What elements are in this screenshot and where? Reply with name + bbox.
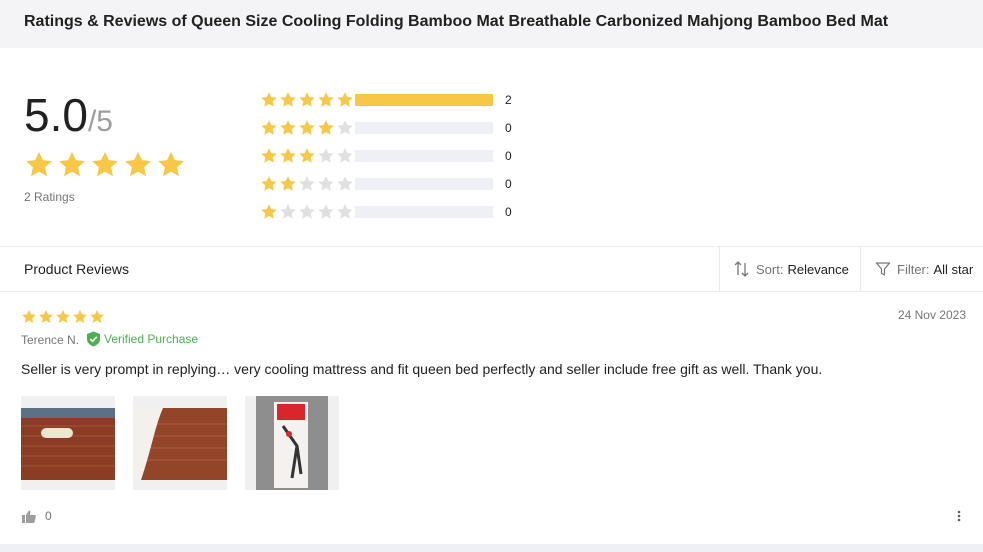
page-header: Ratings & Reviews of Queen Size Cooling …: [0, 0, 983, 48]
distribution-bar-fill: [355, 94, 493, 106]
star-filled-icon: [39, 310, 53, 323]
star-empty-icon: [299, 176, 315, 191]
distribution-row-4-star: 0: [260, 114, 512, 142]
star-filled-icon: [73, 310, 87, 323]
star-empty-icon: [337, 148, 353, 163]
distribution-count: 0: [505, 121, 512, 135]
star-empty-icon: [318, 176, 334, 191]
reviews-toolbar: Product Reviews Sort: Relevance Filter: …: [0, 246, 983, 292]
sort-icon: [734, 261, 749, 277]
likes-count: 0: [45, 509, 52, 523]
sort-dropdown[interactable]: Sort: Relevance: [719, 247, 860, 291]
distribution-stars: [260, 175, 355, 193]
review-author: Terence N.: [21, 333, 80, 347]
star-filled-icon: [299, 120, 315, 135]
sort-value: Relevance: [787, 261, 849, 277]
star-filled-icon: [318, 120, 334, 135]
rating-max: /5: [87, 105, 113, 138]
average-stars: [24, 150, 186, 180]
star-empty-icon: [337, 120, 353, 135]
product-reviews-heading: Product Reviews: [24, 261, 130, 277]
star-empty-icon: [280, 204, 296, 219]
page-title: Ratings & Reviews of Queen Size Cooling …: [24, 13, 889, 30]
more-vertical-icon: [957, 510, 961, 522]
star-empty-icon: [318, 204, 334, 219]
distribution-row-2-star: 0: [260, 170, 512, 198]
more-options-button[interactable]: [957, 509, 961, 528]
star-filled-icon: [261, 176, 277, 191]
star-filled-icon: [261, 148, 277, 163]
star-filled-icon: [280, 176, 296, 191]
distribution-stars: [260, 147, 355, 165]
distribution-bar: [355, 206, 493, 218]
star-filled-icon: [280, 148, 296, 163]
distribution-stars: [260, 203, 355, 221]
distribution-count: 0: [505, 205, 512, 219]
distribution-row-1-star: 0: [260, 198, 512, 226]
filter-label: Filter:: [897, 261, 930, 277]
review-photos: [21, 396, 339, 490]
distribution-count: 0: [505, 177, 512, 191]
star-filled-icon: [299, 148, 315, 163]
section-divider: [0, 544, 983, 552]
star-filled-icon: [22, 310, 36, 323]
distribution-row-5-star: 2: [260, 86, 512, 114]
review-card: 24 Nov 2023 Terence N. Verified Purchase…: [0, 292, 983, 544]
filter-dropdown[interactable]: Filter: All star: [860, 247, 983, 291]
star-filled-icon: [90, 310, 104, 323]
star-filled-icon: [125, 151, 151, 177]
star-empty-icon: [299, 204, 315, 219]
distribution-stars: [260, 119, 355, 137]
distribution-count: 2: [505, 93, 512, 107]
rating-distribution: 2 0 0 0 0: [260, 86, 512, 226]
average-score: 5.0/5: [24, 88, 113, 142]
thumbs-up-icon: [22, 510, 36, 523]
average-rating: 5.0: [24, 89, 88, 141]
distribution-bar: [355, 178, 493, 190]
star-empty-icon: [318, 148, 334, 163]
rating-summary: 5.0/5 2 Ratings 2 0 0 0 0: [0, 48, 983, 246]
bamboo-mat-corner-photo[interactable]: [133, 396, 227, 490]
star-filled-icon: [158, 151, 184, 177]
star-filled-icon: [261, 120, 277, 135]
review-date: 24 Nov 2023: [897, 308, 966, 322]
distribution-stars: [260, 91, 355, 109]
star-filled-icon: [26, 151, 52, 177]
filter-value: All star: [933, 261, 974, 277]
star-filled-icon: [280, 120, 296, 135]
star-filled-icon: [318, 92, 334, 107]
verified-purchase-label: Verified Purchase: [104, 332, 199, 346]
star-filled-icon: [261, 92, 277, 107]
star-empty-icon: [337, 176, 353, 191]
verified-purchase-badge: Verified Purchase: [86, 331, 198, 347]
star-filled-icon: [56, 310, 70, 323]
star-empty-icon: [337, 204, 353, 219]
helpful-button[interactable]: 0: [22, 509, 52, 523]
review-text: Seller is very prompt in replying… very …: [21, 361, 823, 377]
star-filled-icon: [337, 92, 353, 107]
star-filled-icon: [59, 151, 85, 177]
review-stars: [21, 309, 105, 325]
distribution-bar: [355, 122, 493, 134]
distribution-row-3-star: 0: [260, 142, 512, 170]
star-filled-icon: [299, 92, 315, 107]
star-filled-icon: [261, 204, 277, 219]
bamboo-mat-photo[interactable]: [21, 396, 115, 490]
verified-shield-icon: [87, 331, 100, 347]
sort-label: Sort:: [756, 261, 784, 277]
ratings-count: 2 Ratings: [24, 190, 75, 204]
distribution-bar: [355, 150, 493, 162]
distribution-count: 0: [505, 149, 512, 163]
filter-icon: [875, 262, 891, 276]
star-filled-icon: [280, 92, 296, 107]
free-gift-tool-photo[interactable]: [245, 396, 339, 490]
star-filled-icon: [92, 151, 118, 177]
distribution-bar: [355, 94, 493, 106]
